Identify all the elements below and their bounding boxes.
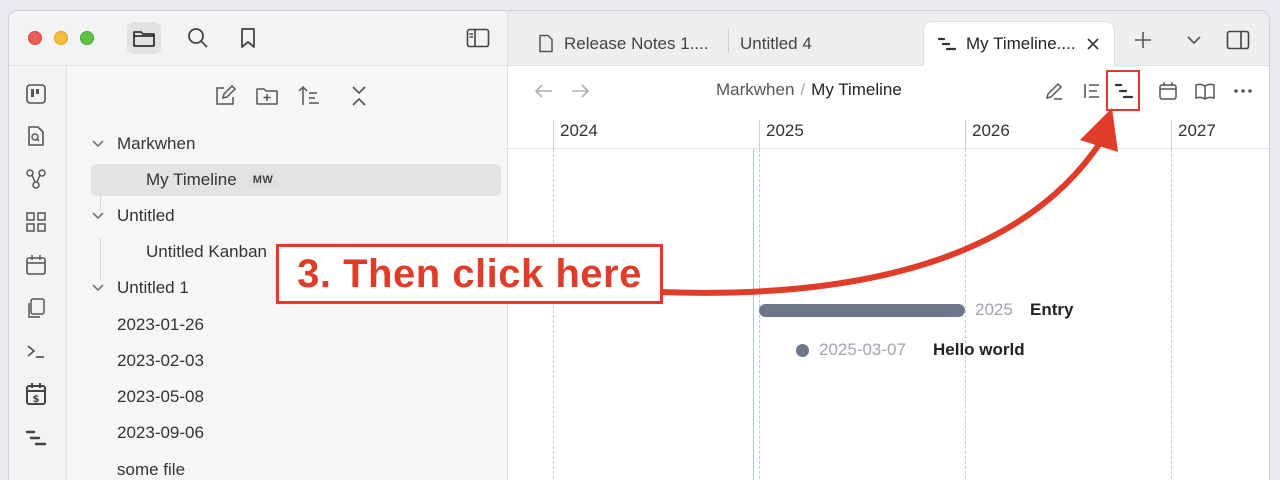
new-folder-icon[interactable]: [253, 82, 281, 110]
year-gridline: [1171, 149, 1172, 480]
timeline-icon: [938, 36, 956, 52]
tree-file-my-timeline[interactable]: My Timeline MW: [91, 164, 501, 196]
tab-my-timeline[interactable]: My Timeline....: [923, 21, 1115, 66]
year-gridline: [553, 149, 554, 480]
folder-icon[interactable]: [127, 22, 161, 54]
tree-item-label: 2023-02-03: [117, 351, 204, 370]
graph-icon[interactable]: [24, 167, 48, 191]
calendar-icon[interactable]: [24, 253, 48, 277]
event-date: 2025-03-07: [819, 340, 906, 359]
tab-bar: Release Notes 1.... Untitled 4 My Timeli…: [508, 11, 1269, 66]
calendar-view-icon[interactable]: [1156, 79, 1180, 103]
edit-pencil-icon[interactable]: [1042, 79, 1066, 103]
tree-file[interactable]: 2023-05-08: [83, 381, 493, 413]
breadcrumb-parent[interactable]: Markwhen: [716, 80, 794, 99]
tab-untitled-4[interactable]: Untitled 4: [740, 21, 812, 66]
year-label: 2025: [759, 120, 804, 149]
forward-arrow-icon[interactable]: [568, 79, 592, 103]
tree-folder-markwhen[interactable]: Markwhen: [83, 128, 493, 160]
minimize-window-button[interactable]: [54, 31, 68, 45]
tree-file[interactable]: 2023-09-06: [83, 417, 493, 449]
kanban-icon[interactable]: [24, 82, 48, 106]
close-icon[interactable]: [1086, 37, 1100, 51]
tree-item-label: 2023-01-26: [117, 315, 204, 334]
dashboard-icon[interactable]: [24, 210, 48, 234]
year-label: 2024: [553, 120, 598, 149]
search-icon[interactable]: [181, 22, 215, 54]
annotation-highlight-box: [1106, 70, 1140, 111]
annotation-callout: 3. Then click here: [276, 244, 663, 304]
event-title[interactable]: Entry: [1030, 300, 1073, 320]
tree-item-label: Untitled: [117, 206, 175, 225]
chevron-down-icon: [91, 211, 107, 221]
outline-view-icon[interactable]: [1080, 79, 1104, 103]
timeline-year-header: 2024 2025 2026 2027: [508, 116, 1269, 149]
chevron-down-icon: [91, 139, 107, 149]
collapse-icon[interactable]: [345, 82, 373, 110]
new-tab-icon[interactable]: [1134, 27, 1152, 53]
annotation-text: 3. Then click here: [297, 251, 642, 296]
copy-icon[interactable]: [24, 296, 48, 320]
back-arrow-icon[interactable]: [532, 79, 556, 103]
bookmark-icon[interactable]: [231, 22, 265, 54]
event-title[interactable]: Hello world: [933, 340, 1025, 360]
calendar-dollar-icon[interactable]: $: [24, 382, 48, 406]
close-window-button[interactable]: [28, 31, 42, 45]
event-point-dot[interactable]: [796, 344, 809, 357]
tree-item-label: some file: [117, 460, 186, 479]
sidebar-titlebar: [9, 11, 508, 66]
breadcrumb-separator: /: [800, 80, 806, 99]
tree-folder-untitled[interactable]: Untitled: [83, 200, 493, 232]
reading-view-icon[interactable]: [1193, 79, 1217, 103]
zoom-window-button[interactable]: [80, 31, 94, 45]
breadcrumb: Markwhen / My Timeline: [716, 80, 902, 100]
sort-icon[interactable]: [295, 82, 323, 110]
timeline-icon[interactable]: [24, 426, 48, 450]
tab-label: My Timeline....: [966, 34, 1076, 53]
chevron-down-icon[interactable]: [1186, 27, 1202, 53]
chevron-down-icon: [91, 283, 107, 293]
tree-file[interactable]: 2023-01-26: [83, 309, 493, 341]
tree-item-label: 2023-09-06: [117, 423, 204, 442]
tree-item-label: Untitled Kanban: [146, 242, 267, 261]
tree-file[interactable]: some file: [83, 454, 493, 480]
file-type-badge: MW: [246, 172, 280, 188]
event-range-bar[interactable]: [759, 304, 965, 317]
svg-text:$: $: [33, 394, 40, 405]
sidebar-toggle-icon[interactable]: [461, 22, 495, 54]
year-label: 2026: [965, 120, 1010, 149]
tab-label: Untitled 4: [740, 33, 812, 53]
tab-label: Release Notes 1....: [564, 33, 709, 53]
file-search-icon[interactable]: [24, 124, 48, 148]
event-date: 2025: [975, 300, 1013, 319]
breadcrumb-current[interactable]: My Timeline: [811, 80, 902, 99]
tree-item-label: Markwhen: [117, 134, 196, 153]
view-header: Markwhen / My Timeline: [508, 66, 1269, 116]
tree-file[interactable]: 2023-02-03: [83, 345, 493, 377]
tree-item-label: 2023-05-08: [117, 387, 204, 406]
today-marker: [753, 149, 754, 480]
year-label: 2027: [1171, 120, 1216, 149]
more-options-icon[interactable]: [1231, 79, 1255, 103]
year-gridline: [965, 149, 966, 480]
tree-item-label: Untitled 1: [117, 278, 189, 297]
tree-item-label: My Timeline: [146, 170, 237, 189]
ribbon: $: [9, 66, 67, 480]
file-icon: [538, 34, 554, 53]
right-sidebar-toggle-icon[interactable]: [1226, 27, 1250, 53]
new-note-icon[interactable]: [211, 82, 239, 110]
tab-release-notes[interactable]: Release Notes 1....: [538, 21, 709, 66]
terminal-icon[interactable]: [24, 339, 48, 363]
